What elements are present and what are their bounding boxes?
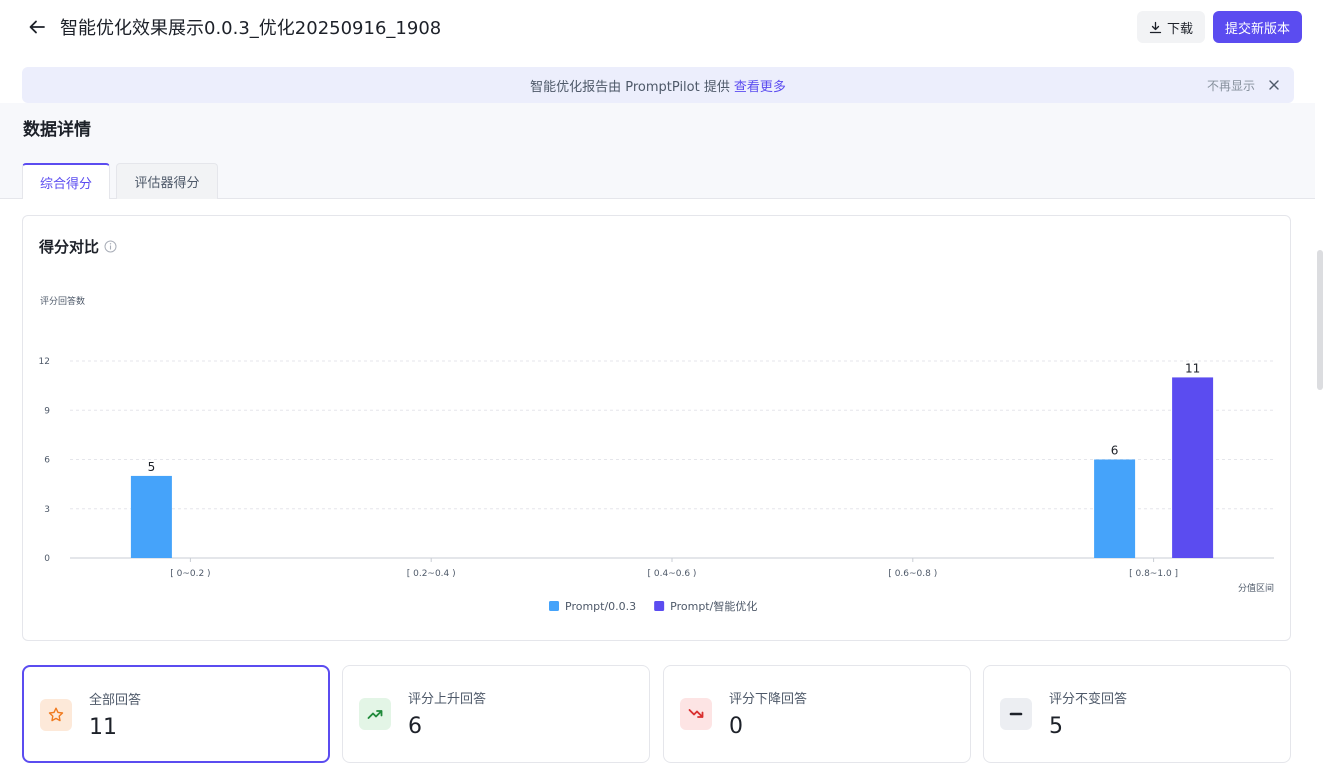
stat-value: 0 xyxy=(729,714,743,739)
bar xyxy=(1094,459,1136,558)
legend-label: Prompt/0.0.3 xyxy=(565,600,636,613)
stat-label: 评分下降回答 xyxy=(729,692,808,707)
bar-data-label: 11 xyxy=(1185,361,1200,375)
bar xyxy=(1172,377,1214,558)
score-bar-chart: 评分回答数 0 3 6 9 12 [ 0~0.2 ) 5 [ 0.2~0.4 ) [ 0.4~0.… xyxy=(39,295,1274,613)
legend-label: Prompt/智能优化 xyxy=(670,599,757,613)
stat-card-all[interactable]: 全部回答 11 xyxy=(22,665,330,763)
tab-evaluator-score[interactable]: 评估器得分 xyxy=(116,163,218,199)
info-banner: 智能优化报告由 PromptPilot 提供 查看更多 不再显示 xyxy=(22,67,1294,103)
download-button[interactable]: 下载 xyxy=(1136,11,1205,43)
x-tick-label: [ 0.8~1.0 ] xyxy=(1129,569,1178,579)
section-title: 数据详情 xyxy=(23,120,91,140)
x-tick-label: [ 0.6~0.8 ) xyxy=(888,569,937,579)
bar-data-label: 5 xyxy=(148,460,156,474)
star-icon xyxy=(40,699,72,731)
bar-data-label: 6 xyxy=(1111,444,1119,458)
page-title: 智能优化效果展示0.0.3_优化20250916_1908 xyxy=(60,18,442,39)
legend-swatch xyxy=(654,601,665,611)
stat-label: 评分不变回答 xyxy=(1049,692,1128,707)
stat-label: 全部回答 xyxy=(89,693,142,708)
arrow-left-icon xyxy=(29,20,45,34)
download-icon xyxy=(1149,21,1162,33)
x-tick-label: [ 0.2~0.4 ) xyxy=(407,569,456,579)
y-axis-label: 评分回答数 xyxy=(40,295,85,307)
trend-down-icon xyxy=(680,698,712,730)
x-tick-label: [ 0~0.2 ) xyxy=(170,569,210,579)
header-actions: 下载 提交新版本 xyxy=(1136,11,1302,43)
scrollbar-thumb[interactable] xyxy=(1317,250,1323,390)
y-tick-label: 3 xyxy=(44,505,50,515)
submit-new-version-button[interactable]: 提交新版本 xyxy=(1212,11,1302,43)
minus-icon xyxy=(1000,698,1032,730)
stat-value: 5 xyxy=(1049,714,1063,739)
download-label: 下载 xyxy=(1166,21,1193,37)
y-tick-label: 12 xyxy=(39,357,50,367)
score-comparison-card: 得分对比 评分回答数 0 3 6 9 12[ 0~0.2 ) 5[ 0.2~0.4 )[ 0… xyxy=(22,215,1291,641)
x-axis-label: 分值区间 xyxy=(1238,582,1274,594)
stat-card-score-down[interactable]: 评分下降回答 0 xyxy=(663,665,971,763)
banner-text: 智能优化报告由 PromptPilot 提供 xyxy=(530,79,730,95)
y-tick-label: 6 xyxy=(44,456,50,466)
stat-value: 11 xyxy=(89,715,117,740)
y-tick-label: 9 xyxy=(44,406,50,416)
stat-card-score-up[interactable]: 评分上升回答 6 xyxy=(342,665,650,763)
close-icon[interactable] xyxy=(1266,77,1282,93)
legend-swatch xyxy=(549,601,559,611)
x-tick-label: [ 0.4~0.6 ) xyxy=(648,569,697,579)
dont-show-again-button[interactable]: 不再显示 xyxy=(1207,77,1255,94)
bar xyxy=(130,475,172,558)
back-button[interactable] xyxy=(22,12,52,42)
view-more-link[interactable]: 查看更多 xyxy=(734,76,786,95)
y-tick-label: 0 xyxy=(44,554,50,564)
stat-value: 6 xyxy=(408,714,422,739)
stat-card-score-unchanged[interactable]: 评分不变回答 5 xyxy=(983,665,1291,763)
tab-overall-score[interactable]: 综合得分 xyxy=(22,163,110,199)
stat-label: 评分上升回答 xyxy=(408,692,487,707)
page-header: 智能优化效果展示0.0.3_优化20250916_1908 下载 提交新版本 xyxy=(0,0,1325,54)
trend-up-icon xyxy=(359,698,391,730)
